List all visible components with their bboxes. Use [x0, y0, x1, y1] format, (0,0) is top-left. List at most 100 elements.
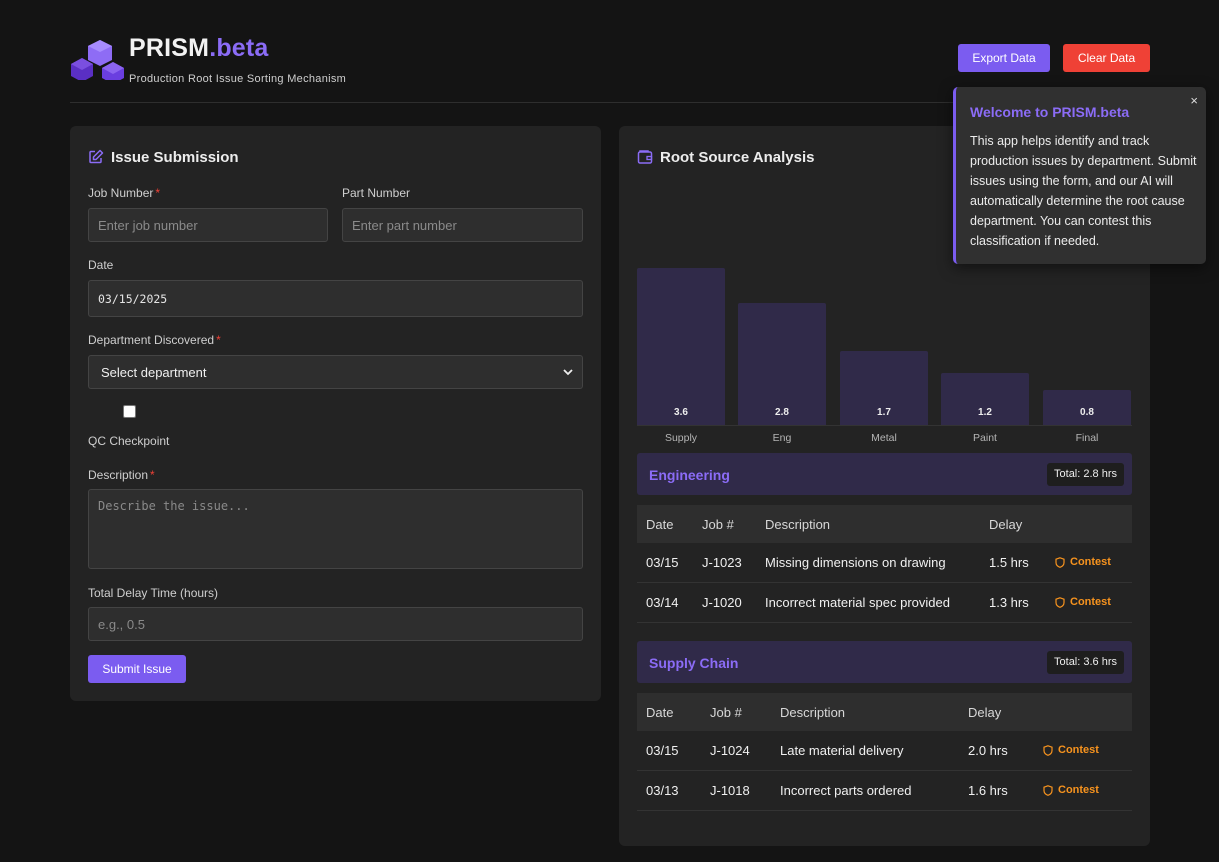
table-row: 03/13 J-1018 Incorrect parts ordered 1.6 hr… [637, 771, 1132, 811]
row-job-number: J-1020 [702, 595, 742, 610]
chart-category-label: Final [1075, 432, 1099, 444]
chart-bar-paint: 1.2 [941, 373, 1029, 425]
shield-icon [1043, 744, 1053, 756]
chart-bar-value: 0.8 [1080, 407, 1094, 418]
shield-icon [1055, 596, 1065, 608]
brand-suffix: .beta [209, 34, 269, 62]
chart-baseline [637, 425, 1132, 426]
chart-bar-value: 2.8 [775, 407, 789, 418]
column-header: Delay [968, 705, 1002, 720]
column-header: Delay [989, 517, 1023, 532]
close-icon[interactable]: × [1190, 93, 1198, 108]
welcome-popover: Welcome to PRISM.beta × This app helps i… [953, 87, 1206, 264]
chart-category-label: Supply [664, 432, 698, 444]
row-job-number: J-1024 [710, 743, 750, 758]
department-issues-table: Date Job # Description Delay 03/15 J-1024 Late… [637, 693, 1132, 811]
brand-name: PRISM [129, 34, 210, 62]
submit-issue-button[interactable]: Submit Issue [88, 655, 186, 683]
chart-bar-value: 1.2 [978, 407, 992, 418]
table-row: 03/15 J-1024 Late material delivery 2.0 hrs… [637, 731, 1132, 771]
column-header: Date [646, 705, 674, 720]
contest-label: Contest [1070, 556, 1111, 568]
contest-button[interactable]: Contest [1055, 596, 1111, 608]
root-source-analysis-title: Root Source Analysis [660, 149, 815, 166]
shield-icon [1043, 784, 1053, 796]
chart-category-label: Paint [973, 432, 997, 444]
chart-bar-value: 1.7 [877, 407, 891, 418]
table-row: 03/15 J-1023 Missing dimensions on drawing… [637, 543, 1132, 583]
department-header: Engineering Total: 2.8 hrs [637, 453, 1132, 495]
contest-button[interactable]: Contest [1043, 784, 1099, 796]
contest-button[interactable]: Contest [1055, 556, 1111, 568]
welcome-title: Welcome to PRISM.beta [970, 104, 1130, 120]
department-selected-value: Select department [101, 364, 207, 380]
column-header: Job # [702, 517, 734, 532]
app-brand: PRISM.beta [129, 34, 269, 63]
row-description: Late material delivery [780, 743, 904, 758]
chevron-down-icon [563, 369, 573, 376]
row-date: 03/15 [646, 555, 679, 570]
row-delay: 1.3 hrs [989, 595, 1029, 610]
row-description: Incorrect material spec provided [765, 595, 950, 610]
description-textarea[interactable] [88, 489, 583, 569]
chart-category-label: Eng [772, 432, 792, 444]
delay-label: Total Delay Time (hours) [88, 586, 219, 600]
department-select[interactable]: Select department [88, 355, 583, 389]
chart-category-label: Metal [871, 432, 897, 444]
row-date: 03/14 [646, 595, 679, 610]
clear-data-button[interactable]: Clear Data [1063, 44, 1150, 72]
prism-logo-icon [71, 40, 124, 80]
contest-button[interactable]: Contest [1043, 744, 1099, 756]
row-description: Incorrect parts ordered [780, 783, 912, 798]
department-total-badge: Total: 2.8 hrs [1047, 463, 1124, 486]
issue-submission-card: Issue Submission Job Number* Part Number… [70, 126, 601, 701]
table-header: Date Job # Description Delay [637, 505, 1132, 543]
export-data-button[interactable]: Export Data [958, 44, 1050, 72]
row-job-number: J-1018 [710, 783, 750, 798]
row-date: 03/13 [646, 783, 679, 798]
chart-bar-metal: 1.7 [840, 351, 928, 425]
row-delay: 2.0 hrs [968, 743, 1008, 758]
welcome-body: This app helps identify and track produc… [970, 134, 1197, 248]
edit-icon [89, 149, 104, 164]
job-number-label: Job Number * [88, 186, 161, 200]
column-header: Description [780, 705, 846, 720]
department-name: Supply Chain [649, 655, 739, 671]
job-number-input[interactable] [88, 208, 328, 242]
root-source-bar-chart: 3.6 Supply 2.8 Eng 1.7 Metal 1.2 Paint 0.8 Final [637, 236, 1132, 444]
part-number-input[interactable] [342, 208, 583, 242]
table-row: 03/14 J-1020 Incorrect material spec provi… [637, 583, 1132, 623]
row-job-number: J-1023 [702, 555, 742, 570]
row-date: 03/15 [646, 743, 679, 758]
qc-checkpoint-checkbox[interactable] [123, 405, 136, 418]
date-input[interactable]: 03/15/2025 [88, 280, 583, 317]
row-delay: 1.5 hrs [989, 555, 1029, 570]
issue-submission-title: Issue Submission [111, 149, 239, 166]
wallet-icon [637, 150, 653, 164]
department-total-badge: Total: 3.6 hrs [1047, 651, 1124, 674]
chart-bar-supply: 3.6 [637, 268, 725, 425]
department-header: Supply Chain Total: 3.6 hrs [637, 641, 1132, 683]
app-tagline: Production Root Issue Sorting Mechanism [129, 73, 347, 85]
contest-label: Contest [1058, 784, 1099, 796]
department-name: Engineering [649, 467, 730, 483]
row-description: Missing dimensions on drawing [765, 555, 946, 570]
department-label: Department Discovered * [88, 333, 221, 347]
column-header: Date [646, 517, 674, 532]
shield-icon [1055, 556, 1065, 568]
part-number-label: Part Number [342, 186, 411, 200]
row-delay: 1.6 hrs [968, 783, 1008, 798]
qc-checkpoint-label: QC Checkpoint [88, 434, 170, 448]
chart-bar-final: 0.8 [1043, 390, 1131, 425]
column-header: Job # [710, 705, 742, 720]
column-header: Description [765, 517, 831, 532]
chart-bar-value: 3.6 [674, 407, 688, 418]
contest-label: Contest [1070, 596, 1111, 608]
date-label: Date [88, 258, 114, 272]
department-issues-table: Date Job # Description Delay 03/15 J-1023 Miss… [637, 505, 1132, 623]
table-header: Date Job # Description Delay [637, 693, 1132, 731]
delay-input[interactable] [88, 607, 583, 641]
contest-label: Contest [1058, 744, 1099, 756]
chart-bar-eng: 2.8 [738, 303, 826, 425]
description-label: Description * [88, 468, 155, 482]
